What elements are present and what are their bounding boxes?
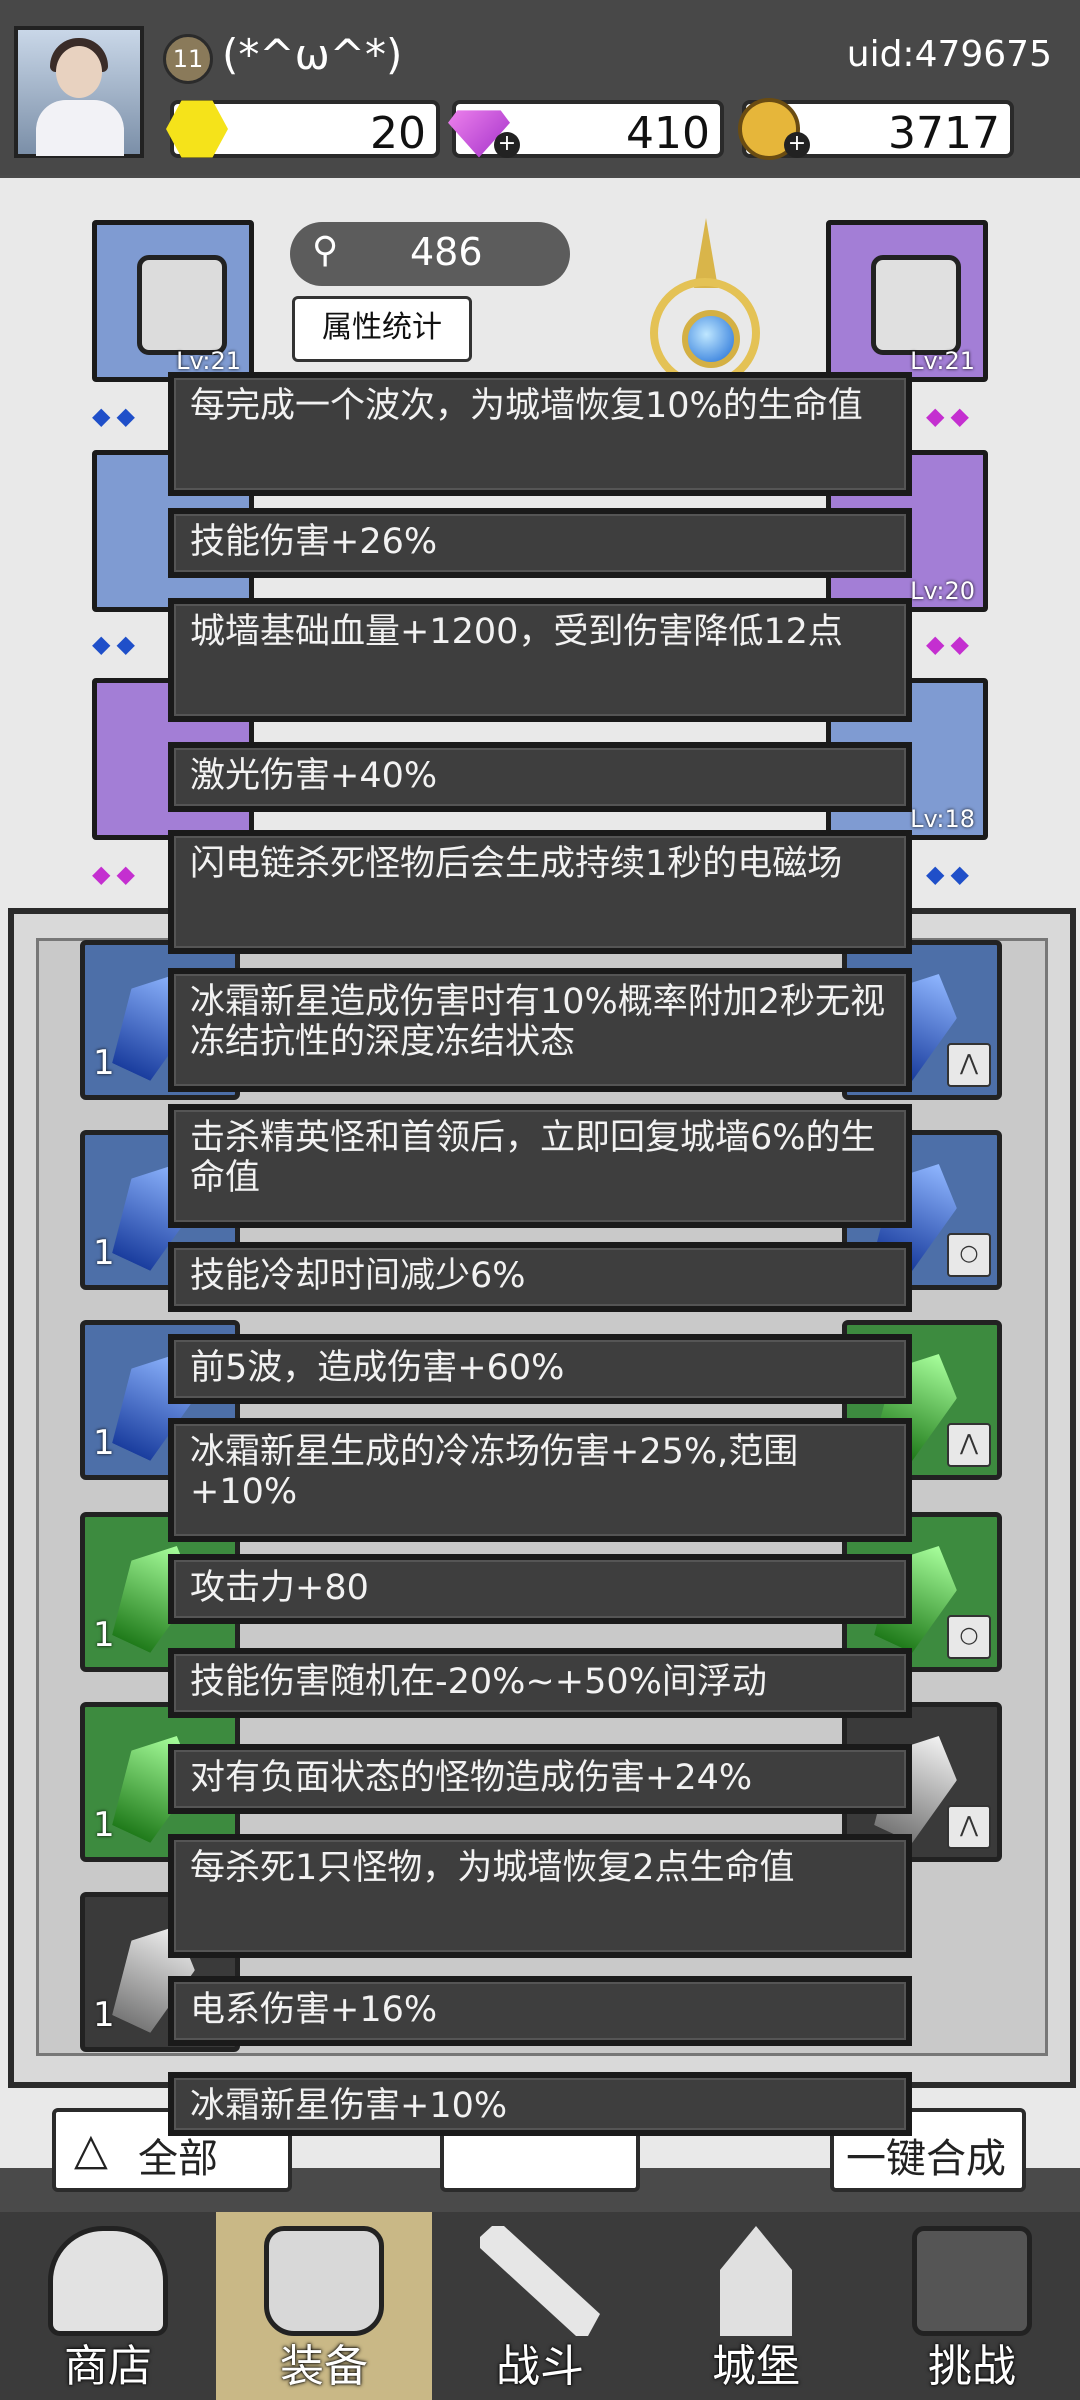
tooltip-item: 技能冷却时间减少6%: [168, 1242, 912, 1312]
equip-slot-gloves[interactable]: Lv:21: [826, 220, 988, 382]
player-uid: uid:479675: [846, 34, 1052, 75]
nav-equip[interactable]: 装备: [216, 2212, 432, 2400]
item-count: 1: [93, 1043, 115, 1083]
tooltip-item: 技能伤害随机在-20%~+50%间浮动: [168, 1648, 912, 1718]
backpack-icon: [264, 2226, 384, 2336]
tooltip-item: 冰霜新星造成伤害时有10%概率附加2秒无视冻结抗性的深度冻结状态: [168, 968, 912, 1092]
slot-gem-indicator: ◆◆: [92, 630, 141, 658]
tooltip-item: 冰霜新星伤害+10%: [168, 2072, 912, 2136]
slot-level: Lv:20: [910, 577, 975, 605]
tooltip-item: 冰霜新星生成的冷冻场伤害+25%,范围+10%: [168, 1418, 912, 1542]
castle-icon: [720, 2226, 792, 2336]
avatar-body: [36, 100, 124, 156]
tooltip-item: 闪电链杀死怪物后会生成持续1秒的电磁场: [168, 830, 912, 954]
sword-icon: ⚲: [312, 230, 339, 271]
stat-tooltip-list[interactable]: 每完成一个波次，为城墙恢复10%的生命值 技能伤害+26% 城墙基础血量+120…: [168, 372, 912, 2162]
gem-counter: + 410: [448, 100, 724, 159]
nav-shop-label: 商店: [64, 2341, 152, 2392]
tooltip-item: 前5波，造成伤害+60%: [168, 1334, 912, 1404]
item-count: 1: [93, 1233, 115, 1273]
slot-gem-indicator: ◆◆: [926, 860, 975, 888]
slot-level: Lv:21: [176, 347, 241, 375]
ring-type-icon: ○: [947, 1233, 991, 1277]
gold-counter: 20: [166, 100, 440, 159]
helmet-icon: [137, 255, 227, 355]
tooltip-item: 激光伤害+40%: [168, 742, 912, 812]
slot-gem-indicator: ◆◆: [92, 402, 141, 430]
item-count: 1: [93, 1995, 115, 2035]
coin-value: 3717: [888, 108, 1000, 159]
gold-value: 20: [370, 108, 426, 159]
shop-icon: [48, 2226, 168, 2336]
nav-castle[interactable]: 城堡: [648, 2212, 864, 2400]
gloves-icon: [871, 255, 961, 355]
nav-challenge[interactable]: 挑战: [864, 2212, 1080, 2400]
coin-counter: + 3717: [738, 98, 1014, 160]
gem-value: 410: [626, 108, 710, 159]
tooltip-item: 每杀死1只怪物，为城墙恢复2点生命值: [168, 1834, 912, 1958]
nav-battle[interactable]: 战斗: [432, 2212, 648, 2400]
item-count: 1: [93, 1423, 115, 1463]
nav-shop[interactable]: 商店: [0, 2212, 216, 2400]
slot-gem-indicator: ◆◆: [92, 860, 141, 888]
avatar[interactable]: [14, 26, 144, 158]
combat-power: ⚲ 486: [290, 222, 570, 286]
gold-icon: [166, 100, 228, 158]
add-coins-icon[interactable]: +: [784, 132, 810, 158]
item-count: 1: [93, 1805, 115, 1845]
bottom-nav: 商店 装备 战斗 城堡 挑战: [0, 2212, 1080, 2400]
add-gems-icon[interactable]: +: [494, 132, 520, 158]
tooltip-item: 对有负面状态的怪物造成伤害+24%: [168, 1744, 912, 1814]
tooltip-item: 攻击力+80: [168, 1554, 912, 1624]
stats-button[interactable]: 属性统计: [292, 296, 472, 362]
nav-challenge-label: 挑战: [928, 2341, 1016, 2392]
slot-level: Lv:18: [910, 805, 975, 833]
armor-type-icon: ⋀: [947, 1043, 991, 1087]
tooltip-item: 城墙基础血量+1200，受到伤害降低12点: [168, 598, 912, 722]
triangle-up-icon: △: [74, 2124, 108, 2175]
level-badge: 11: [163, 34, 213, 84]
tooltip-item: 每完成一个波次，为城墙恢复10%的生命值: [168, 372, 912, 496]
nav-battle-label: 战斗: [496, 2341, 584, 2392]
slot-gem-indicator: ◆◆: [926, 630, 975, 658]
nav-castle-label: 城堡: [712, 2341, 800, 2392]
combat-power-value: 486: [410, 230, 483, 274]
nav-equip-label: 装备: [280, 2341, 368, 2392]
tooltip-item: 技能伤害+26%: [168, 508, 912, 578]
avatar-head: [56, 46, 102, 98]
armor-type-icon: ⋀: [947, 1805, 991, 1849]
lock-icon: [912, 2226, 1032, 2336]
slot-gem-indicator: ◆◆: [926, 402, 975, 430]
tooltip-item: 击杀精英怪和首领后，立即回复城墙6%的生命值: [168, 1104, 912, 1228]
slot-level: Lv:21: [910, 347, 975, 375]
tooltip-item: 电系伤害+16%: [168, 1976, 912, 2046]
item-count: 1: [93, 1615, 115, 1655]
ring-type-icon: ○: [947, 1615, 991, 1659]
top-status-bar: 11 (*^ω^*) uid:479675 20 + 410 + 3717: [0, 0, 1080, 175]
player-nickname: (*^ω^*): [222, 30, 403, 79]
staff-orb-icon: [682, 310, 740, 368]
equip-slot-helmet[interactable]: Lv:21: [92, 220, 254, 382]
crossed-swords-icon: [480, 2226, 600, 2336]
armor-type-icon: ⋀: [947, 1423, 991, 1467]
